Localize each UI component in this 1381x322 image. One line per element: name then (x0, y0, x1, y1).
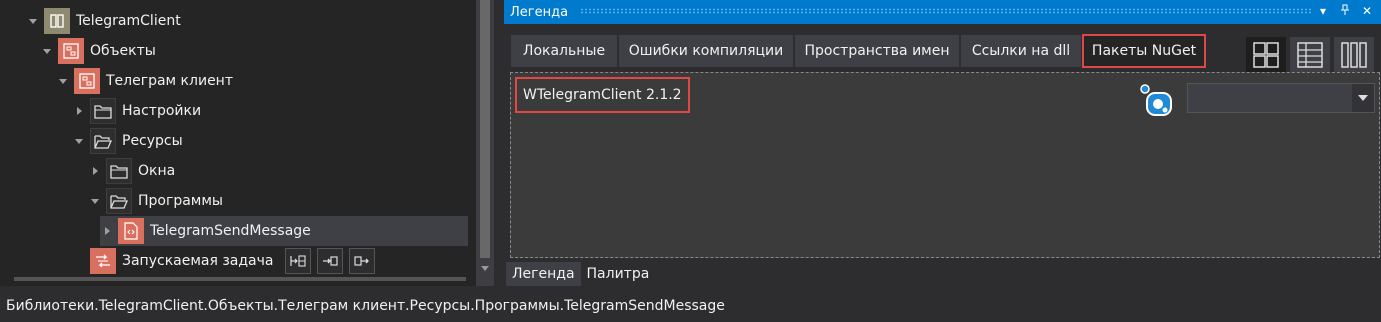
tiles-icon (1253, 42, 1279, 68)
columns-icon (1341, 42, 1367, 68)
tree-item-telegramsendmessage[interactable]: TelegramSendMessage (100, 216, 468, 246)
close-icon[interactable]: ✕ (1360, 4, 1374, 18)
tree-item-label: TelegramSendMessage (150, 223, 311, 239)
expand-arrow-icon[interactable] (100, 216, 114, 246)
tree-item-startup-task[interactable]: Запускаемая задача (72, 246, 376, 276)
tree-item-settings[interactable]: Настройки (72, 96, 201, 126)
legend-tabs: Локальные Ошибки компиляции Пространства… (510, 34, 1246, 70)
task-exit-icon[interactable] (349, 248, 376, 274)
legend-title-bar: Легенда ▾ ✕ (504, 0, 1381, 24)
tree-item-label: Программы (138, 193, 223, 209)
tab-nuget-packages[interactable]: Пакеты NuGet (1082, 34, 1206, 68)
tab-palette[interactable]: Палитра (581, 262, 656, 286)
task-insert-icon[interactable] (285, 248, 312, 274)
legend-title: Легенда (510, 4, 569, 20)
scrollbar-thumb[interactable] (480, 0, 490, 258)
object-icon (74, 68, 100, 94)
folder-open-icon (106, 188, 132, 214)
vertical-scrollbar[interactable] (476, 0, 494, 286)
tab-local[interactable]: Локальные (510, 34, 618, 68)
view-columns-button[interactable] (1334, 37, 1374, 73)
table-icon (1297, 42, 1323, 68)
tree-item-telegram-client[interactable]: Телеграм клиент (56, 66, 233, 96)
library-icon (44, 8, 70, 34)
tree-item-telegramclient[interactable]: TelegramClient (26, 6, 181, 36)
tree-item-label: Телеграм клиент (106, 73, 233, 89)
tree-item-objects[interactable]: Объекты (40, 36, 156, 66)
tab-compile-errors[interactable]: Ошибки компиляции (618, 34, 794, 68)
folder-open-icon (90, 128, 116, 154)
tree-item-label: Объекты (90, 43, 156, 59)
pin-icon[interactable] (1338, 4, 1352, 19)
tree-item-programs[interactable]: Программы (88, 186, 223, 216)
tree-item-label: TelegramClient (76, 13, 181, 29)
objects-icon (58, 38, 84, 64)
task-enter-icon[interactable] (317, 248, 344, 274)
tab-dll-references[interactable]: Ссылки на dll (960, 34, 1082, 68)
tree-item-resources[interactable]: Ресурсы (72, 126, 183, 156)
expand-arrow-icon[interactable] (72, 96, 86, 126)
collapse-arrow-icon[interactable] (72, 126, 86, 156)
nuget-icon[interactable] (1139, 83, 1175, 119)
horizontal-scrollbar[interactable] (14, 277, 466, 281)
tab-namespaces[interactable]: Пространства имен (794, 34, 960, 68)
collapse-arrow-icon[interactable] (26, 6, 40, 36)
view-table-button[interactable] (1290, 37, 1330, 73)
task-icon (90, 248, 116, 274)
tab-legend[interactable]: Легенда (506, 262, 581, 286)
program-icon (118, 218, 144, 244)
folder-icon (90, 98, 116, 124)
expand-arrow-icon[interactable] (88, 156, 102, 186)
folder-icon (106, 158, 132, 184)
collapse-arrow-icon[interactable] (40, 36, 54, 66)
legend-panel: Легенда ▾ ✕ Локальные Ошибки компиляции … (504, 0, 1381, 286)
status-bar: Библиотеки.TelegramClient.Объекты.Телегр… (0, 290, 1381, 322)
version-select[interactable] (1187, 83, 1375, 113)
status-path: Библиотеки.TelegramClient.Объекты.Телегр… (6, 298, 725, 314)
chevron-down-icon[interactable] (1352, 84, 1374, 112)
tree-item-label: Настройки (122, 103, 202, 119)
object-tree: TelegramClient Объекты Телеграм клиент Н… (0, 0, 476, 286)
tree-item-label: Ресурсы (122, 133, 183, 149)
tree-item-label: Запускаемая задача (122, 253, 274, 269)
collapse-arrow-icon[interactable] (56, 66, 70, 96)
nuget-package-item[interactable]: WTelegramClient 2.1.2 (515, 77, 690, 113)
bottom-tabs: Легенда Палитра (506, 262, 655, 286)
tree-item-windows[interactable]: Окна (88, 156, 175, 186)
view-tiles-button[interactable] (1246, 37, 1286, 73)
grip-dots (580, 8, 1311, 14)
tree-item-label: Окна (138, 163, 176, 179)
dropdown-icon[interactable]: ▾ (1316, 4, 1330, 18)
scroll-down-icon[interactable] (481, 266, 489, 271)
collapse-arrow-icon[interactable] (88, 186, 102, 216)
legend-content: WTelegramClient 2.1.2 (510, 72, 1380, 258)
